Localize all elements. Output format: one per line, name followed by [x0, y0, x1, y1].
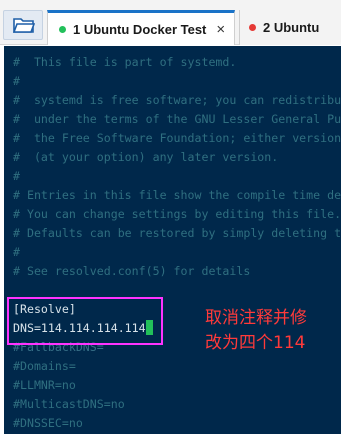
status-dot-icon — [249, 24, 256, 31]
folder-icon — [13, 18, 35, 33]
tab-label: 1 Ubuntu Docker Test — [73, 21, 207, 37]
tab-label: 2 Ubuntu — [263, 20, 320, 35]
config-line: # the Free Software Foundation; either v… — [13, 131, 341, 145]
annotation-text-line2: 改为四个114 — [205, 333, 306, 353]
config-line: #MulticastDNS=no — [13, 397, 125, 411]
open-folder-button[interactable] — [3, 10, 43, 40]
config-line: # This file is part of systemd. — [13, 55, 237, 69]
config-line: #Domains= — [13, 359, 76, 373]
config-line: # under the terms of the GNU Lesser Gene… — [13, 112, 341, 126]
status-dot-icon — [59, 25, 66, 33]
config-line: # systemd is free software; you can redi… — [13, 93, 341, 107]
config-line: # — [13, 245, 20, 259]
tab-ubuntu-docker-test[interactable]: 1 Ubuntu Docker Test × — [47, 10, 235, 45]
config-line: # Entries in this file show the compile … — [13, 188, 341, 202]
tab-bar: 1 Ubuntu Docker Test × 2 Ubuntu — [0, 0, 341, 45]
config-line: # See resolved.conf(5) for details — [13, 264, 251, 278]
close-icon[interactable]: × — [216, 21, 225, 38]
highlight-box — [7, 297, 163, 345]
config-line: # You can change settings by editing thi… — [13, 207, 341, 221]
config-line: # (at your option) any later version. — [13, 150, 279, 164]
config-line: # — [13, 169, 20, 183]
annotation-text-line1: 取消注释并修 — [205, 308, 307, 328]
config-line: # Defaults can be restored by simply del… — [13, 226, 341, 240]
config-line: #DNSSEC=no — [13, 416, 83, 430]
terminal-editor[interactable]: # This file is part of systemd. # # syst… — [4, 46, 341, 434]
config-line: # — [13, 74, 20, 88]
tab-ubuntu[interactable]: 2 Ubuntu — [239, 10, 341, 45]
config-line: #LLMNR=no — [13, 378, 76, 392]
